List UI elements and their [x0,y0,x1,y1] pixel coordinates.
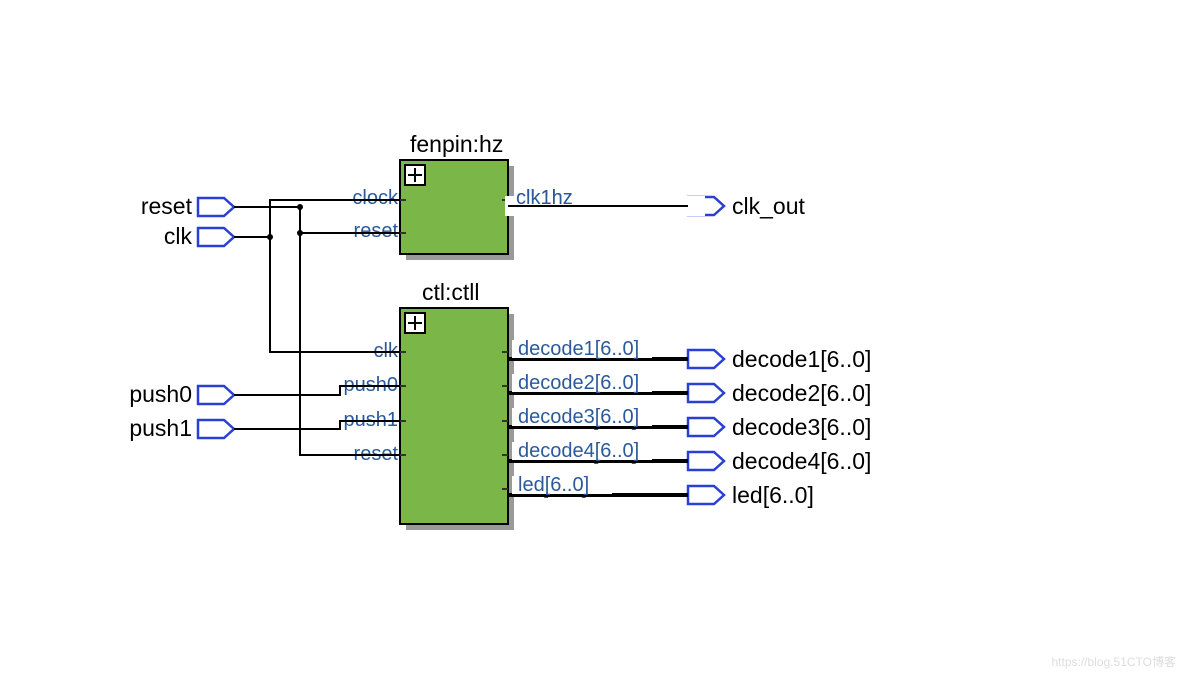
svg-text:clk: clk [164,223,193,249]
svg-text:push1: push1 [129,415,192,441]
block-ctl-title: ctl:ctll [422,279,480,305]
svg-text:decode3[6..0]: decode3[6..0] [732,414,871,440]
svg-text:decode2[6..0]: decode2[6..0] [732,380,871,406]
output-pin-led: led[6..0] [688,482,814,508]
input-pin-clk: clk [164,223,234,249]
input-pin-push1: push1 [129,415,234,441]
svg-text:decode3[6..0]: decode3[6..0] [518,406,639,428]
svg-text:decode2[6..0]: decode2[6..0] [518,372,639,394]
svg-text:reset: reset [141,193,193,219]
input-pin-reset: reset [141,193,234,219]
port-fenpin-reset: reset [354,220,399,242]
output-pin-decode4: decode4[6..0] [688,448,871,474]
svg-text:decode1[6..0]: decode1[6..0] [518,338,639,360]
output-pin-decode1: decode1[6..0] [688,346,871,372]
svg-text:push0: push0 [129,381,192,407]
output-pin-decode3: decode3[6..0] [688,414,871,440]
output-pin-clkout: clk_out [688,193,805,219]
block-fenpin-title: fenpin:hz [410,131,503,157]
svg-text:decode4[6..0]: decode4[6..0] [732,448,871,474]
input-pin-push0: push0 [129,381,234,407]
watermark: https://blog.51CTO博客 [1051,654,1176,669]
svg-text:led[6..0]: led[6..0] [732,482,814,508]
svg-text:decode4[6..0]: decode4[6..0] [518,440,639,462]
svg-text:led[6..0]: led[6..0] [518,474,589,496]
output-pin-decode2: decode2[6..0] [688,380,871,406]
svg-text:clk_out: clk_out [732,193,805,219]
port-fenpin-clock: clock [352,187,399,209]
rtl-schematic: fenpin:hz clock reset clk1hz ctl:ctll cl… [0,0,1184,674]
svg-text:decode1[6..0]: decode1[6..0] [732,346,871,372]
